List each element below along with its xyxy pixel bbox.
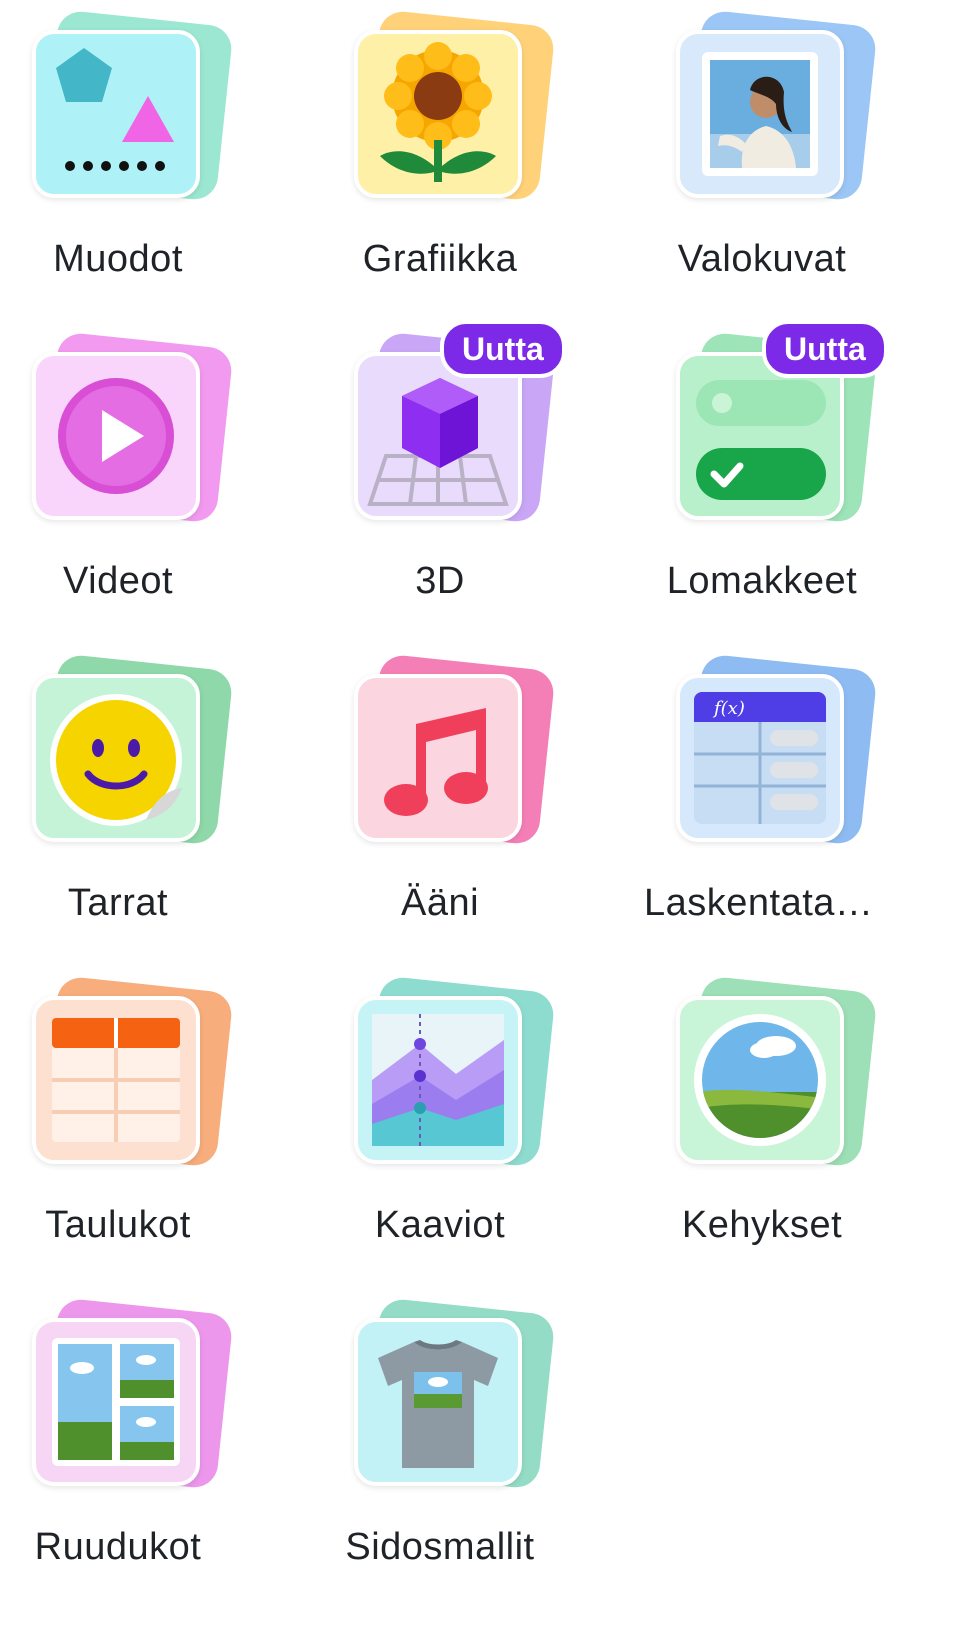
grid-icon [32,1318,200,1486]
new-badge: Uutta [440,320,566,378]
category-label: Ruudukot [34,1526,202,1568]
category-mockups[interactable]: Sidosmallit [322,1288,622,1588]
category-photos[interactable]: Valokuvat [644,0,944,300]
elements-category-grid: Muodot Grafiikka Valokuvat Videot 3D Lom… [0,0,980,1632]
new-badge: Uutta [762,320,888,378]
category-label: Ääni [400,882,480,924]
music-note-icon [354,674,522,842]
smiley-sticker-icon [32,674,200,842]
category-videos[interactable]: Videot [0,322,300,622]
spreadsheet-icon: f(x) [676,674,844,842]
category-stickers[interactable]: Tarrat [0,644,300,944]
category-graphics[interactable]: Grafiikka [322,0,622,300]
category-label: Taulukot [45,1204,191,1246]
category-label: Tarrat [67,882,169,924]
chart-icon [354,996,522,1164]
photo-icon [676,30,844,198]
sunflower-graphics-icon [354,30,522,198]
category-label: Videot [62,560,174,602]
category-label: Muodot [53,238,183,280]
category-label: Valokuvat [677,238,847,280]
category-shapes[interactable]: Muodot [0,0,300,300]
category-label: Kaaviot [374,1204,506,1246]
frame-icon [676,996,844,1164]
category-charts[interactable]: Kaaviot [322,966,622,1266]
category-audio[interactable]: Ääni [322,644,622,944]
shapes-icon [32,30,200,198]
formula-text: f(x) [712,698,745,719]
table-icon [32,996,200,1164]
category-frames[interactable]: Kehykset [644,966,944,1266]
category-label: Sidosmallit [345,1526,535,1568]
category-grids[interactable]: Ruudukot [0,1288,300,1588]
category-label: Lomakkeet [666,560,858,602]
category-tables[interactable]: Taulukot [0,966,300,1266]
category-label: 3D [415,560,465,602]
video-play-icon [32,352,200,520]
category-label: Laskentataul... [644,882,880,924]
category-spreadsheets[interactable]: f(x) Laskentataul... [644,644,944,944]
tshirt-mockup-icon [354,1318,522,1486]
category-label: Grafiikka [362,238,518,280]
category-label: Kehykset [681,1204,843,1246]
